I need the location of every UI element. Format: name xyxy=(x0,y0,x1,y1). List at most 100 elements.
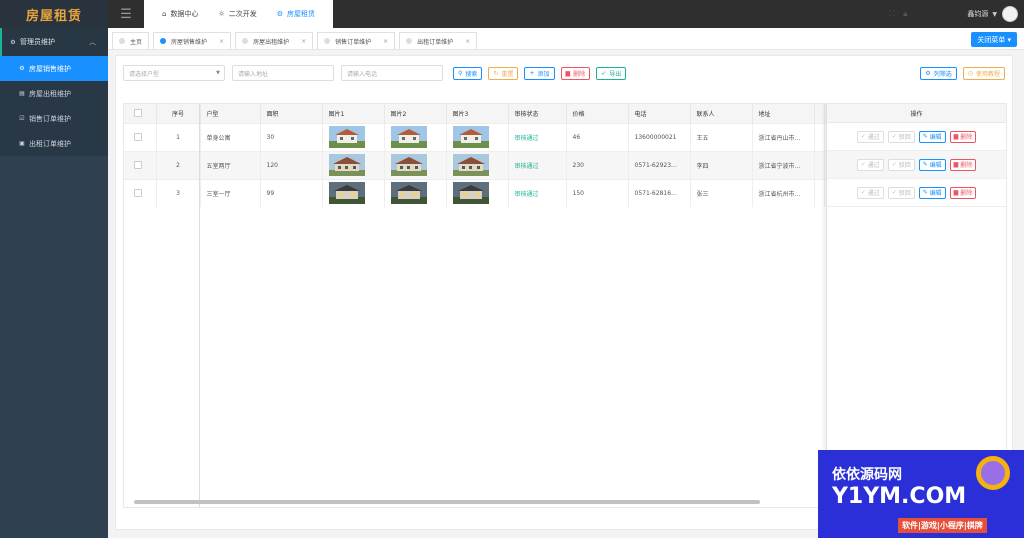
home-icon: ⌂ xyxy=(162,10,167,18)
sidebar-item-sale-order[interactable]: ☑ 销售订单维护 xyxy=(0,106,108,131)
col-header: 地址 xyxy=(752,104,815,123)
close-menu-button[interactable]: 关闭菜单 ▾ xyxy=(971,32,1017,47)
delete-row-button[interactable]: ▆ 删除 xyxy=(949,186,977,199)
cell-img2[interactable] xyxy=(384,122,447,151)
cell-img3[interactable] xyxy=(446,122,509,151)
plus-icon: + xyxy=(529,69,535,77)
sidebar-item-house-rent[interactable]: ▤ 房屋出租维护 xyxy=(0,81,108,106)
delete-row-button[interactable]: ▆ 删除 xyxy=(949,130,977,143)
header-right: ⛶ 🔒︎ 鑫钧源 ▼ xyxy=(890,0,1024,28)
close-icon[interactable]: × xyxy=(219,38,224,45)
btn-label: 使用教程 xyxy=(975,70,1000,78)
tab-dot-icon xyxy=(160,38,167,44)
btn-label: 删除 xyxy=(960,134,973,141)
cell-img3[interactable] xyxy=(446,178,509,207)
horizontal-scrollbar[interactable] xyxy=(134,500,760,504)
house-photo[interactable] xyxy=(452,182,489,205)
tab-dot-icon xyxy=(242,38,249,44)
fullscreen-icon[interactable]: ⛶ xyxy=(890,9,896,19)
sidebar-group-label: 管理员维护 xyxy=(20,38,55,46)
gear-icon: ⚙ xyxy=(925,69,931,77)
gear-icon: ⚙ xyxy=(19,65,25,72)
topnav-rental[interactable]: ⚙ 房屋租赁 xyxy=(267,0,325,28)
topnav-dev[interactable]: ☼ 二次开发 xyxy=(208,0,266,28)
username[interactable]: 鑫钧源 xyxy=(967,9,988,19)
house-photo[interactable] xyxy=(328,154,365,176)
btn-label: 删除 xyxy=(573,70,586,78)
tab-home[interactable]: 主页 xyxy=(112,32,150,49)
btn-label: 驳回 xyxy=(898,134,911,141)
topnav-data-center[interactable]: ⌂ 数据中心 xyxy=(152,0,208,28)
reset-button[interactable]: ↻ 重置 xyxy=(488,66,519,80)
cell-type: 单身公寓 xyxy=(200,122,261,151)
col-header: 图片3 xyxy=(446,104,509,123)
cell-img3[interactable] xyxy=(446,150,509,179)
column-filter-button[interactable]: ⚙ 列筛选 xyxy=(920,66,957,80)
address-input[interactable]: 请输入地址 xyxy=(232,65,334,81)
cell-type: 五室两厅 xyxy=(200,150,261,179)
house-type-select[interactable]: 请选择户型 ▼ xyxy=(123,65,225,81)
delete-button[interactable]: ▆ 删除 xyxy=(560,66,591,80)
lock-icon[interactable]: 🔒︎ xyxy=(903,9,907,19)
avatar[interactable] xyxy=(1002,6,1018,22)
watermark-line1: 依依源码网 xyxy=(832,467,902,483)
cell-img1[interactable] xyxy=(322,122,385,151)
caret-down-icon[interactable]: ▼ xyxy=(992,11,997,18)
search-button[interactable]: ⚲ 搜索 xyxy=(453,66,483,80)
reject-button[interactable]: ✓ 驳回 xyxy=(887,186,915,199)
edit-button[interactable]: ✎ 编辑 xyxy=(918,130,946,143)
house-photo[interactable] xyxy=(390,126,427,148)
menu-toggle-icon[interactable]: ☰ xyxy=(108,0,144,28)
close-icon[interactable]: × xyxy=(301,38,306,45)
approve-button[interactable]: ✓ 通过 xyxy=(856,130,884,143)
cell-contact: 李四 xyxy=(690,150,753,179)
export-button[interactable]: ➶ 导出 xyxy=(596,66,627,80)
cell-price: 230 xyxy=(566,150,629,179)
topnav-label: 房屋租赁 xyxy=(287,10,316,18)
house-photo[interactable] xyxy=(452,154,489,176)
tab-sale-order[interactable]: 销售订单维护 × xyxy=(317,32,396,49)
sidebar-group-admin[interactable]: ⚙ 管理员维护 ︿ xyxy=(0,28,108,56)
house-photo[interactable] xyxy=(390,154,427,176)
cell-img2[interactable] xyxy=(384,150,447,179)
sidebar-item-house-sale[interactable]: ⚙ 房屋销售维护 xyxy=(0,56,108,81)
ops-row: ✓ 通过 ✓ 驳回 ✎ 编辑 ▆ 删除 xyxy=(827,179,1006,207)
edit-button[interactable]: ✎ 编辑 xyxy=(918,158,946,171)
house-photo[interactable] xyxy=(328,182,365,205)
btn-label: 通过 xyxy=(867,190,880,197)
cell-img1[interactable] xyxy=(322,150,385,179)
tab-label: 房屋出租维护 xyxy=(253,38,290,46)
cell-phone: 13600000021 xyxy=(628,122,691,151)
sidebar-item-label: 房屋销售维护 xyxy=(29,64,71,73)
tab-house-sale[interactable]: 房屋销售维护 × xyxy=(153,32,232,49)
add-button[interactable]: + 添加 xyxy=(524,66,555,80)
phone-input[interactable]: 请输入电话 xyxy=(341,65,443,81)
select-placeholder: 请选择户型 xyxy=(129,70,160,78)
topnav-label: 二次开发 xyxy=(228,10,257,18)
tab-rent-order[interactable]: 出租订单维护 × xyxy=(399,32,478,49)
cell-img2[interactable] xyxy=(384,178,447,207)
tutorial-button[interactable]: ◷ 使用教程 xyxy=(962,66,1005,80)
checkbox-icon: ☑ xyxy=(19,115,25,122)
edit-button[interactable]: ✎ 编辑 xyxy=(918,186,946,199)
reject-button[interactable]: ✓ 驳回 xyxy=(887,158,915,171)
tab-dot-icon xyxy=(406,38,413,44)
data-table-wrapper: 序号 户型 面积 图片1 图片2 图片3 审核状态 价格 电话 联系人 地址 1… xyxy=(123,103,1007,508)
cell-img1[interactable] xyxy=(322,178,385,207)
cell-type: 三室一厅 xyxy=(200,178,261,207)
magnifier-icon xyxy=(976,456,1010,490)
approve-button[interactable]: ✓ 通过 xyxy=(856,186,884,199)
cell-price: 46 xyxy=(566,122,629,151)
house-photo[interactable] xyxy=(452,126,489,148)
reject-button[interactable]: ✓ 驳回 xyxy=(887,130,915,143)
delete-row-button[interactable]: ▆ 删除 xyxy=(949,158,977,171)
house-photo[interactable] xyxy=(328,126,365,148)
watermark-line2: Y1YM.COM xyxy=(832,484,967,509)
house-photo[interactable] xyxy=(390,182,427,205)
approve-button[interactable]: ✓ 通过 xyxy=(856,158,884,171)
tab-house-rent[interactable]: 房屋出租维护 × xyxy=(235,32,314,49)
watermark-banner: 依依源码网 Y1YM.COM 软件|游戏|小程序|棋牌 xyxy=(818,450,1024,538)
sidebar-item-rent-order[interactable]: ▣ 出租订单维护 xyxy=(0,131,108,156)
close-icon[interactable]: × xyxy=(465,38,470,45)
close-icon[interactable]: × xyxy=(383,38,388,45)
